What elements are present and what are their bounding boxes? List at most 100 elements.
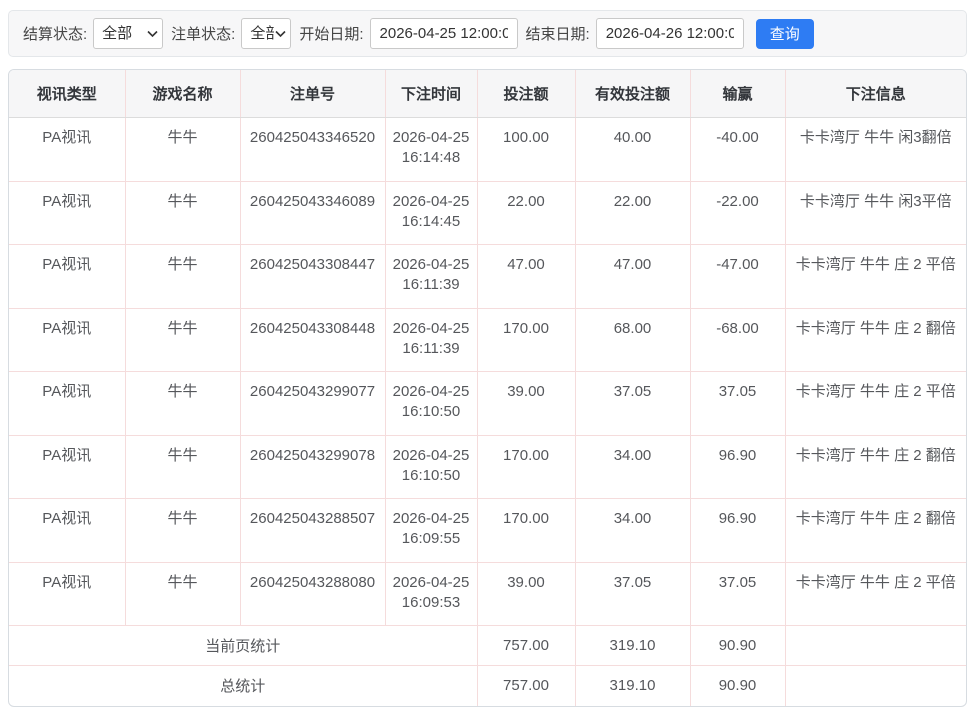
cell-bet-info: 卡卡湾厅 牛牛 庄 2 翻倍	[785, 435, 966, 499]
page-summary-label: 当前页统计	[9, 626, 477, 666]
cell-valid-bet-amount: 37.05	[575, 372, 690, 436]
cell-bet-info: 卡卡湾厅 牛牛 庄 2 平倍	[785, 245, 966, 309]
column-header-valid-bet-amount: 有效投注额	[575, 70, 690, 118]
cell-bet-info: 卡卡湾厅 牛牛 庄 2 翻倍	[785, 499, 966, 563]
cell-bet-time: 2026-04-25 16:10:50	[385, 372, 477, 436]
settle-status-label: 结算状态:	[23, 23, 87, 44]
cell-valid-bet-amount: 68.00	[575, 308, 690, 372]
table-row: PA视讯牛牛2604250432885072026-04-25 16:09:55…	[9, 499, 966, 563]
column-header-bet-time: 下注时间	[385, 70, 477, 118]
settle-status-select-wrap: 全部	[93, 18, 163, 49]
grand-summary-bet-total: 757.00	[477, 666, 575, 706]
page-summary-bet-total: 757.00	[477, 626, 575, 666]
grand-summary-row: 总统计 757.00 319.10 90.90	[9, 666, 966, 706]
cell-video-type: PA视讯	[9, 118, 125, 182]
cell-bet-id: 260425043288080	[240, 562, 385, 626]
cell-win-loss: -22.00	[690, 181, 785, 245]
cell-bet-time: 2026-04-25 16:10:50	[385, 435, 477, 499]
cell-valid-bet-amount: 47.00	[575, 245, 690, 309]
cell-game-name: 牛牛	[125, 118, 240, 182]
bet-records-table-container: 视讯类型游戏名称注单号下注时间投注额有效投注额输赢下注信息 PA视讯牛牛2604…	[8, 69, 967, 707]
column-header-bet-info: 下注信息	[785, 70, 966, 118]
cell-win-loss: 37.05	[690, 562, 785, 626]
cell-bet-time: 2026-04-25 16:11:39	[385, 308, 477, 372]
cell-game-name: 牛牛	[125, 181, 240, 245]
cell-bet-info: 卡卡湾厅 牛牛 庄 2 翻倍	[785, 308, 966, 372]
page-summary-info-empty	[785, 626, 966, 666]
cell-bet-info: 卡卡湾厅 牛牛 闲3平倍	[785, 181, 966, 245]
cell-bet-amount: 100.00	[477, 118, 575, 182]
cell-win-loss: -40.00	[690, 118, 785, 182]
page-summary-win-loss-total: 90.90	[690, 626, 785, 666]
table-row: PA视讯牛牛2604250433465202026-04-25 16:14:48…	[9, 118, 966, 182]
cell-bet-id: 260425043346089	[240, 181, 385, 245]
cell-bet-id: 260425043308447	[240, 245, 385, 309]
cell-game-name: 牛牛	[125, 562, 240, 626]
table-header-row: 视讯类型游戏名称注单号下注时间投注额有效投注额输赢下注信息	[9, 70, 966, 118]
order-status-select[interactable]: 全部	[241, 18, 291, 49]
cell-bet-amount: 170.00	[477, 435, 575, 499]
table-row: PA视讯牛牛2604250432990782026-04-25 16:10:50…	[9, 435, 966, 499]
cell-win-loss: -68.00	[690, 308, 785, 372]
cell-game-name: 牛牛	[125, 245, 240, 309]
bet-records-table: 视讯类型游戏名称注单号下注时间投注额有效投注额输赢下注信息 PA视讯牛牛2604…	[9, 70, 966, 706]
cell-bet-id: 260425043299078	[240, 435, 385, 499]
cell-valid-bet-amount: 34.00	[575, 435, 690, 499]
cell-bet-info: 卡卡湾厅 牛牛 庄 2 平倍	[785, 372, 966, 436]
cell-bet-amount: 47.00	[477, 245, 575, 309]
filter-bar: 结算状态: 全部 注单状态: 全部 开始日期: 结束日期: 查询	[8, 10, 967, 57]
cell-game-name: 牛牛	[125, 499, 240, 563]
end-date-label: 结束日期:	[526, 23, 590, 44]
page-summary-valid-bet-total: 319.10	[575, 626, 690, 666]
cell-bet-amount: 39.00	[477, 372, 575, 436]
table-row: PA视讯牛牛2604250433084482026-04-25 16:11:39…	[9, 308, 966, 372]
grand-summary-valid-bet-total: 319.10	[575, 666, 690, 706]
cell-win-loss: 96.90	[690, 499, 785, 563]
cell-video-type: PA视讯	[9, 372, 125, 436]
cell-bet-time: 2026-04-25 16:09:53	[385, 562, 477, 626]
page-summary-row: 当前页统计 757.00 319.10 90.90	[9, 626, 966, 666]
cell-video-type: PA视讯	[9, 435, 125, 499]
column-header-win-loss: 输赢	[690, 70, 785, 118]
cell-bet-amount: 39.00	[477, 562, 575, 626]
start-date-input[interactable]	[370, 18, 518, 49]
table-row: PA视讯牛牛2604250432990772026-04-25 16:10:50…	[9, 372, 966, 436]
query-button[interactable]: 查询	[756, 19, 814, 49]
grand-summary-info-empty	[785, 666, 966, 706]
cell-game-name: 牛牛	[125, 435, 240, 499]
cell-win-loss: 37.05	[690, 372, 785, 436]
cell-video-type: PA视讯	[9, 245, 125, 309]
grand-summary-win-loss-total: 90.90	[690, 666, 785, 706]
cell-valid-bet-amount: 40.00	[575, 118, 690, 182]
order-status-label: 注单状态:	[171, 23, 235, 44]
cell-win-loss: -47.00	[690, 245, 785, 309]
start-date-label: 开始日期:	[299, 23, 363, 44]
cell-bet-id: 260425043288507	[240, 499, 385, 563]
cell-bet-info: 卡卡湾厅 牛牛 庄 2 平倍	[785, 562, 966, 626]
cell-bet-time: 2026-04-25 16:11:39	[385, 245, 477, 309]
column-header-video-type: 视讯类型	[9, 70, 125, 118]
column-header-bet-id: 注单号	[240, 70, 385, 118]
end-date-input[interactable]	[596, 18, 744, 49]
cell-bet-amount: 170.00	[477, 308, 575, 372]
grand-summary-label: 总统计	[9, 666, 477, 706]
cell-bet-id: 260425043346520	[240, 118, 385, 182]
cell-bet-time: 2026-04-25 16:09:55	[385, 499, 477, 563]
column-header-bet-amount: 投注额	[477, 70, 575, 118]
cell-bet-time: 2026-04-25 16:14:45	[385, 181, 477, 245]
cell-bet-info: 卡卡湾厅 牛牛 闲3翻倍	[785, 118, 966, 182]
cell-valid-bet-amount: 22.00	[575, 181, 690, 245]
cell-game-name: 牛牛	[125, 308, 240, 372]
settle-status-select[interactable]: 全部	[93, 18, 163, 49]
cell-video-type: PA视讯	[9, 308, 125, 372]
cell-bet-amount: 170.00	[477, 499, 575, 563]
cell-valid-bet-amount: 34.00	[575, 499, 690, 563]
table-body: PA视讯牛牛2604250433465202026-04-25 16:14:48…	[9, 118, 966, 626]
cell-bet-amount: 22.00	[477, 181, 575, 245]
cell-video-type: PA视讯	[9, 181, 125, 245]
cell-valid-bet-amount: 37.05	[575, 562, 690, 626]
column-header-game-name: 游戏名称	[125, 70, 240, 118]
cell-game-name: 牛牛	[125, 372, 240, 436]
cell-bet-time: 2026-04-25 16:14:48	[385, 118, 477, 182]
cell-bet-id: 260425043299077	[240, 372, 385, 436]
